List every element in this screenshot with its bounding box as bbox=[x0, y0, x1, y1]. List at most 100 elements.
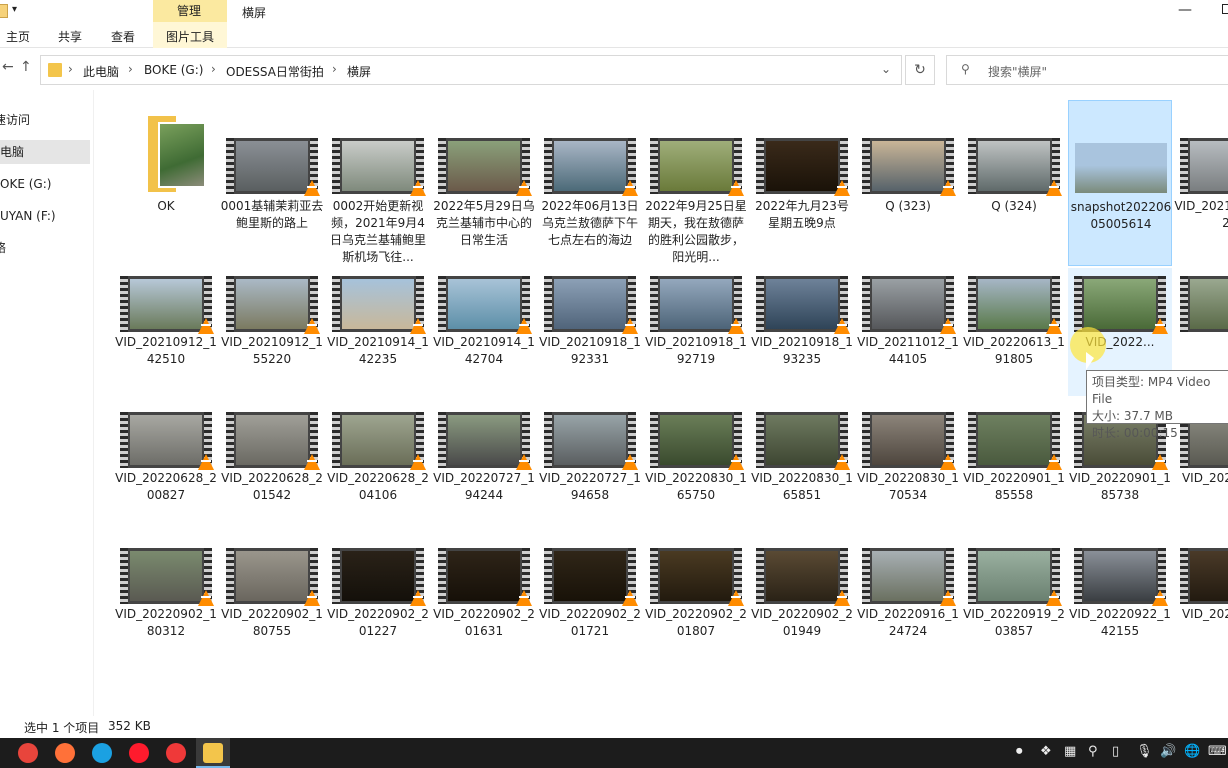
folder-item[interactable]: OK bbox=[114, 100, 218, 266]
video-thumbnail bbox=[226, 138, 320, 196]
video-file-item[interactable]: VID_20220830_170534 bbox=[856, 404, 960, 532]
address-bar[interactable]: › 此电脑 › BOKE (G:) › ODESSA日常街拍 › 横屏 ⌄ bbox=[40, 55, 902, 85]
video-file-item[interactable]: VID_20210918_193235 bbox=[750, 268, 854, 396]
video-file-item[interactable]: VID_20220613_191805 bbox=[962, 268, 1066, 396]
video-file-item[interactable]: 2022年06月13日乌克兰敖德萨下午七点左右的海边 bbox=[538, 100, 642, 266]
folder-icon bbox=[48, 63, 62, 77]
vlc-cone-icon bbox=[516, 318, 532, 334]
video-file-item[interactable]: VID_20220628_201542 bbox=[220, 404, 324, 532]
video-file-item[interactable]: VID_20210918_192331 bbox=[538, 268, 642, 396]
video-file-item[interactable]: 2022年9月25日星期天，我在敖德萨的胜利公园散步，阳光明... bbox=[644, 100, 748, 266]
video-file-item[interactable]: 0002开始更新视频，2021年9月4日乌克兰基辅鲍里斯机场飞往... bbox=[326, 100, 430, 266]
up-button[interactable]: ↑ bbox=[20, 59, 32, 75]
video-file-item[interactable]: Q (324) bbox=[962, 100, 1066, 266]
refresh-button[interactable]: ↻ bbox=[905, 55, 935, 85]
video-file-item[interactable]: Q (323) bbox=[856, 100, 960, 266]
sidebar-item-drive-g[interactable]: OKE (G:) bbox=[0, 172, 90, 196]
search-placeholder: 搜索"横屏" bbox=[988, 65, 1048, 79]
video-file-item[interactable]: VID_20210912_142510 bbox=[114, 268, 218, 396]
taskbar-chrome-icon[interactable] bbox=[18, 743, 38, 763]
tab-view[interactable]: 查看 bbox=[111, 28, 135, 45]
video-file-item[interactable]: VID_20220922_142155 bbox=[1068, 540, 1172, 668]
video-file-item[interactable]: VID_20220902_201631 bbox=[432, 540, 536, 668]
video-file-item[interactable]: VID_20220902_201227 bbox=[326, 540, 430, 668]
image-file-item[interactable]: snapshot20220605005614 bbox=[1068, 100, 1172, 266]
tab-home[interactable]: 主页 bbox=[6, 28, 30, 45]
video-file-item[interactable]: VID_20210918_192719 bbox=[644, 268, 748, 396]
video-file-item[interactable]: VID_20211001912 bbox=[1174, 100, 1228, 266]
tab-share[interactable]: 共享 bbox=[58, 28, 82, 45]
taskbar-firefox-icon[interactable] bbox=[55, 743, 75, 763]
video-file-item[interactable]: VID_20220727_194244 bbox=[432, 404, 536, 532]
video-file-item[interactable]: VID_20220902_180755 bbox=[220, 540, 324, 668]
file-name-label: 2022年九月23号星期五晚9点 bbox=[755, 199, 849, 230]
video-file-item[interactable]: VID_20220830_165851 bbox=[750, 404, 854, 532]
search-icon: ⚲ bbox=[961, 62, 970, 76]
sidebar-item-network[interactable]: 络 bbox=[0, 236, 84, 260]
quick-access-folder-icon[interactable] bbox=[0, 4, 8, 18]
video-file-item[interactable]: 2022年九月23号星期五晚9点 bbox=[750, 100, 854, 266]
vlc-cone-icon bbox=[622, 454, 638, 470]
video-file-item[interactable]: VID_20220830_165750 bbox=[644, 404, 748, 532]
video-file-item[interactable]: 0001基辅茉莉亚去鲍里斯的路上 bbox=[220, 100, 324, 266]
breadcrumb-this-pc[interactable]: 此电脑 bbox=[83, 63, 119, 80]
video-thumbnail bbox=[120, 412, 214, 470]
tray-icon[interactable]: ❖ bbox=[1040, 744, 1052, 759]
video-file-item[interactable]: VID_20220628_204106 bbox=[326, 404, 430, 532]
video-thumbnail bbox=[756, 412, 850, 470]
video-file-item[interactable]: VID_20220901_185558 bbox=[962, 404, 1066, 532]
file-name-label: VID_20210912_142510 bbox=[115, 335, 217, 366]
video-file-item[interactable]: VID_20210914_142235 bbox=[326, 268, 430, 396]
video-file-item[interactable]: VID_20220902_201949 bbox=[750, 540, 854, 668]
video-file-item[interactable]: VID_20210914_142704 bbox=[432, 268, 536, 396]
sidebar-item-quick-access[interactable]: 速访问 bbox=[0, 108, 84, 132]
tray-icon[interactable]: ⏺ bbox=[1016, 744, 1023, 759]
video-file-item[interactable]: VID_20220902_201721 bbox=[538, 540, 642, 668]
tray-icon[interactable]: ▯ bbox=[1112, 744, 1119, 759]
taskbar-edge-icon[interactable] bbox=[92, 743, 112, 763]
file-name-label: VID_20210918_192331 bbox=[539, 335, 641, 366]
video-file-item[interactable]: VID_20220919_203857 bbox=[962, 540, 1066, 668]
file-name-label: VID_20211001912 bbox=[1174, 199, 1228, 230]
sidebar-item-this-pc[interactable]: 电脑 bbox=[0, 140, 90, 164]
video-file-item[interactable]: VID_20220902_180312 bbox=[114, 540, 218, 668]
breadcrumb-odessa[interactable]: ODESSA日常街拍 bbox=[226, 63, 324, 80]
video-file-item[interactable]: VID_20220902_201807 bbox=[644, 540, 748, 668]
video-file-item[interactable]: VID_20211012_144105 bbox=[856, 268, 960, 396]
address-dropdown-icon[interactable]: ⌄ bbox=[881, 62, 891, 76]
back-button[interactable]: ← bbox=[2, 59, 14, 75]
video-file-item[interactable]: VID_20220628_200827 bbox=[114, 404, 218, 532]
breadcrumb-drive[interactable]: BOKE (G:) bbox=[144, 63, 203, 77]
vlc-cone-icon bbox=[1152, 318, 1168, 334]
breadcrumb-separator: › bbox=[68, 62, 73, 76]
file-name-label: VID_20220902_180312 bbox=[115, 607, 217, 638]
breadcrumb-current[interactable]: 横屏 bbox=[347, 63, 371, 80]
sidebar-item-drive-f[interactable]: UYAN (F:) bbox=[0, 204, 90, 228]
tray-icon[interactable]: ▦ bbox=[1064, 744, 1076, 759]
status-selected-size: 352 KB bbox=[108, 719, 151, 733]
search-box[interactable]: ⚲ 搜索"横屏" bbox=[946, 55, 1228, 85]
video-file-item[interactable]: VID_20210912_155220 bbox=[220, 268, 324, 396]
vlc-cone-icon bbox=[1046, 454, 1062, 470]
tray-icon[interactable]: 🌐 bbox=[1184, 744, 1200, 759]
file-name-label: VID_20220919_203857 bbox=[963, 607, 1065, 638]
video-file-item[interactable]: VID_20220916_124724 bbox=[856, 540, 960, 668]
video-file-item[interactable]: VID_20220727_194658 bbox=[538, 404, 642, 532]
tray-icon[interactable]: ⚲ bbox=[1088, 744, 1098, 759]
quick-access-dropdown[interactable]: ▾ bbox=[12, 4, 17, 15]
file-grid: OK 0001基辅茉莉亚去鲍里斯的路上 0002开始更新视频，2021年9月4日乌克… bbox=[96, 90, 1228, 716]
tray-icon[interactable]: ⌨ bbox=[1208, 744, 1227, 759]
video-file-item[interactable]: 2022年5月29日乌克兰基辅市中心的日常生活 bbox=[432, 100, 536, 266]
taskbar-vivaldi-icon[interactable] bbox=[166, 743, 186, 763]
tray-icon[interactable]: 🎙 bbox=[1136, 744, 1153, 759]
minimize-button[interactable]: — bbox=[1178, 2, 1192, 18]
taskbar-file-explorer-icon[interactable] bbox=[203, 743, 223, 763]
tab-picture-tools[interactable]: 图片工具 bbox=[166, 28, 214, 45]
taskbar-opera-icon[interactable] bbox=[129, 743, 149, 763]
tray-icon[interactable]: 🔊 bbox=[1160, 744, 1176, 759]
video-file-item[interactable]: VID_20222049 bbox=[1174, 540, 1228, 668]
maximize-button[interactable] bbox=[1222, 4, 1228, 14]
file-name-label: VID_20220901_185558 bbox=[963, 471, 1065, 502]
video-thumbnail bbox=[1180, 138, 1228, 194]
vlc-cone-icon bbox=[940, 454, 956, 470]
